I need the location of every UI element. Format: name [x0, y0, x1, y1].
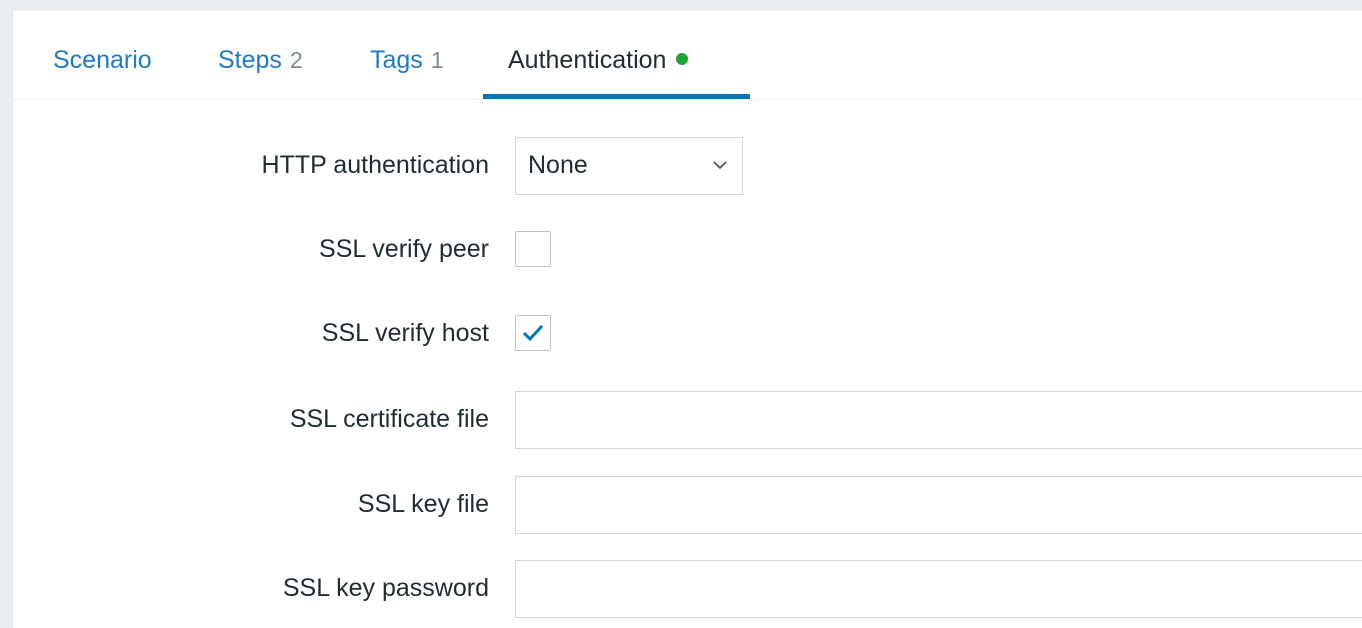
tab-steps-label: Steps: [218, 46, 282, 74]
tab-tags-count: 1: [430, 47, 444, 73]
active-tab-indicator: [483, 94, 750, 99]
ssl-key-password-input[interactable]: [515, 560, 1362, 618]
http-auth-label: HTTP authentication: [261, 151, 489, 179]
ssl-verify-peer-label: SSL verify peer: [319, 235, 489, 263]
tab-bar: Scenario Steps 2 Tags 1 Authentication: [13, 10, 1362, 100]
ssl-verify-peer-checkbox[interactable]: [515, 231, 551, 267]
ssl-cert-file-input[interactable]: [515, 391, 1362, 449]
tab-authentication[interactable]: Authentication: [508, 44, 689, 76]
tab-steps[interactable]: Steps 2: [218, 44, 303, 76]
ssl-key-file-label: SSL key file: [357, 490, 489, 518]
tab-tags-label: Tags: [370, 46, 423, 74]
ssl-verify-host-checkbox[interactable]: [515, 315, 551, 351]
tab-authentication-label: Authentication: [508, 46, 667, 74]
ssl-key-password-label: SSL key password: [282, 574, 489, 602]
checkmark-icon: [522, 324, 544, 342]
http-auth-value: None: [528, 151, 588, 179]
tab-steps-count: 2: [289, 47, 303, 73]
tab-scenario-label: Scenario: [53, 46, 152, 74]
status-dot-icon: [676, 53, 689, 65]
tab-scenario[interactable]: Scenario: [53, 44, 152, 76]
chevron-down-icon: [713, 161, 727, 170]
ssl-verify-host-label: SSL verify host: [321, 319, 489, 347]
tab-tags[interactable]: Tags 1: [370, 44, 444, 76]
ssl-key-file-input[interactable]: [515, 476, 1362, 534]
http-auth-select[interactable]: None: [515, 137, 743, 195]
ssl-cert-file-label: SSL certificate file: [289, 405, 489, 433]
web-scenario-form: Scenario Steps 2 Tags 1 Authentication HTT…: [12, 9, 1362, 628]
